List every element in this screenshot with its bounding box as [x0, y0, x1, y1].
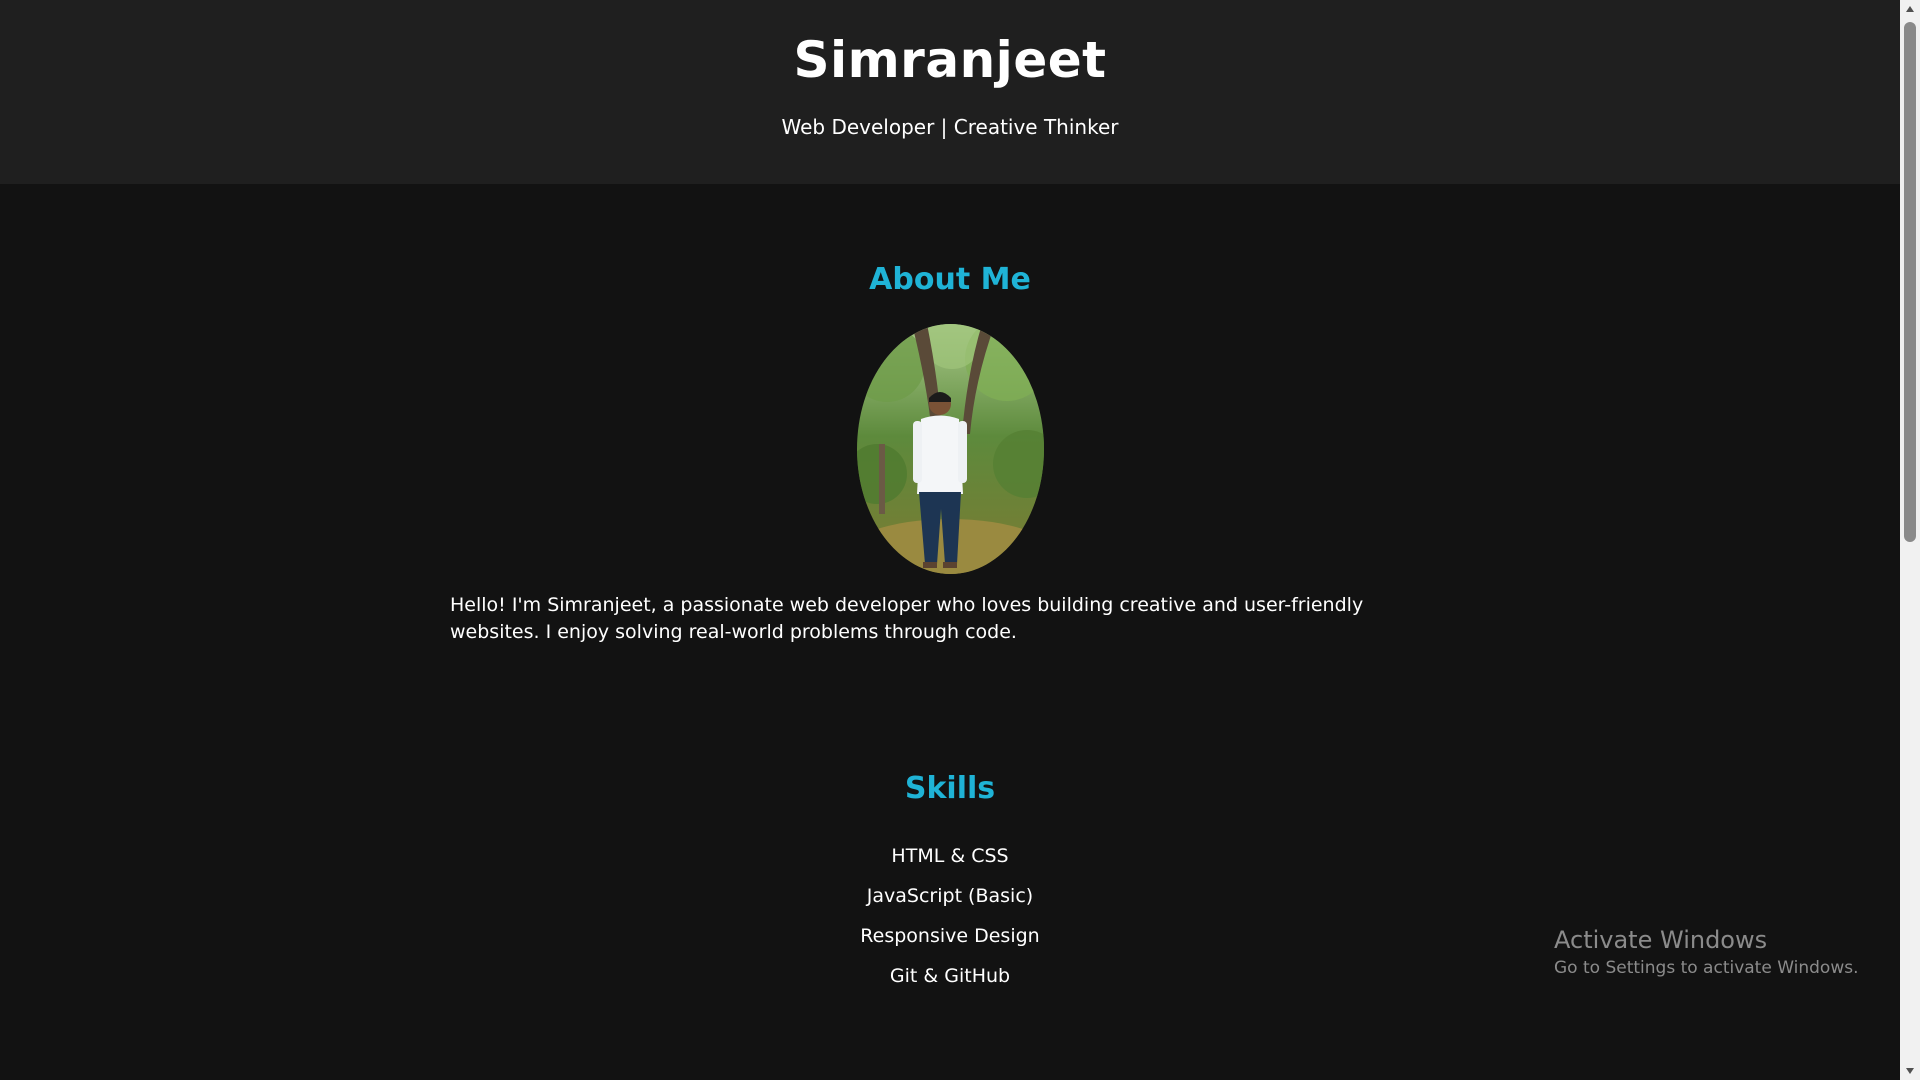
scrollbar-thumb[interactable]	[1904, 22, 1916, 542]
scroll-up-arrow-icon[interactable]	[1900, 0, 1920, 18]
site-header: Simranjeet Web Developer | Creative Thin…	[0, 0, 1900, 184]
about-text: Hello! I'm Simranjeet, a passionate web …	[450, 594, 1364, 643]
scroll-down-arrow-icon[interactable]	[1900, 1062, 1920, 1080]
activate-windows-subtitle: Go to Settings to activate Windows.	[1554, 958, 1859, 978]
site-title: Simranjeet	[793, 31, 1107, 89]
activate-windows-title: Activate Windows	[1554, 926, 1768, 954]
page: Simranjeet Web Developer | Creative Thin…	[0, 0, 1900, 1080]
vertical-scrollbar[interactable]	[1900, 0, 1920, 1080]
site-tagline: Web Developer | Creative Thinker	[781, 115, 1119, 139]
profile-photo-image	[857, 324, 1044, 574]
skill-item: JavaScript (Basic)	[866, 885, 1034, 907]
profile-photo	[857, 324, 1044, 574]
skills-heading: Skills	[904, 771, 996, 806]
skill-item: HTML & CSS	[891, 845, 1009, 867]
activate-windows-watermark: Activate Windows Go to Settings to activ…	[1554, 924, 1859, 980]
about-heading: About Me	[869, 262, 1031, 297]
